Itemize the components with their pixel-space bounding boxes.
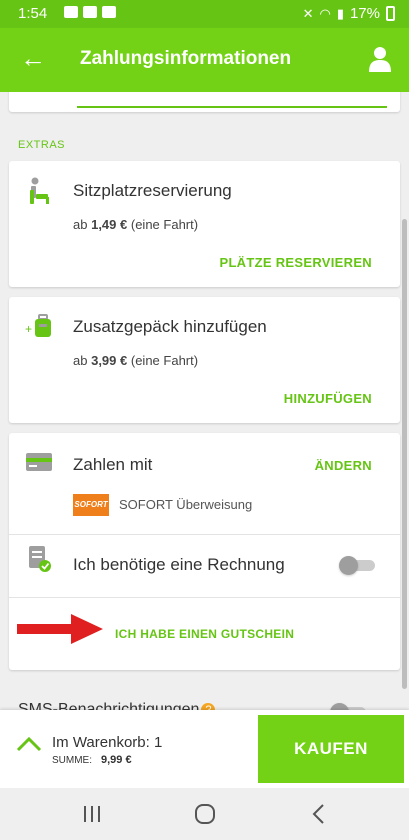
user-icon[interactable] bbox=[369, 46, 391, 72]
mail-notification-icon bbox=[102, 6, 116, 18]
red-arrow-annotation bbox=[17, 614, 103, 644]
toggle-thumb bbox=[330, 703, 349, 710]
payment-method-label: SOFORT Überweisung bbox=[119, 497, 253, 512]
input-underline bbox=[77, 106, 387, 108]
recent-apps-icon[interactable] bbox=[80, 802, 104, 826]
battery-percentage: 17% bbox=[349, 5, 380, 22]
system-nav-bar bbox=[0, 788, 409, 840]
invoice-label: Ich benötige eine Rechnung bbox=[73, 555, 285, 574]
seat-reservation-price: ab 1,49 € (eine Fahrt) bbox=[73, 217, 199, 232]
additional-baggage-price: ab 3,99 € (eine Fahrt) bbox=[73, 353, 199, 368]
seat-reservation-card: Sitzplatzreservierung ab 1,49 € (eine Fa… bbox=[9, 161, 400, 287]
main-content[interactable]: EXTRAS Sitzplatzreservierung ab 1,49 € (… bbox=[0, 92, 409, 710]
page-title: Zahlungsinformationen bbox=[80, 48, 292, 69]
additional-baggage-card: + Zusatzgepäck hinzufügen ab 3,99 € (ein… bbox=[9, 297, 400, 423]
arrow-left-icon[interactable]: ← bbox=[20, 45, 46, 71]
signal-icon: ▮ bbox=[336, 5, 344, 21]
additional-baggage-title: Zusatzgepäck hinzufügen bbox=[73, 317, 267, 336]
sum-label: SUMME: bbox=[52, 755, 92, 766]
sms-notifications-label: SMS-Benachrichtigungen bbox=[18, 701, 200, 710]
sms-toggle[interactable] bbox=[330, 703, 368, 710]
notification-icons bbox=[64, 6, 116, 18]
change-payment-button[interactable]: ÄNDERN bbox=[315, 458, 372, 473]
divider bbox=[9, 597, 400, 598]
credit-card-icon bbox=[26, 453, 52, 471]
invoice-check-icon bbox=[29, 546, 51, 572]
cart-bar: Im Warenkorb: 1 SUMME: 9,99 € KAUFEN bbox=[0, 710, 409, 788]
seat-reservation-title: Sitzplatzreservierung bbox=[73, 181, 232, 200]
status-bar: 1:54 ✕ ◠ ▮ 17% bbox=[0, 0, 409, 28]
sum-value: 9,99 € bbox=[101, 754, 132, 766]
status-time: 1:54 bbox=[18, 5, 48, 22]
app-bar: ← Zahlungsinformationen bbox=[0, 28, 409, 92]
section-label-extras: EXTRAS bbox=[18, 139, 66, 151]
mute-icon: ✕ bbox=[302, 5, 314, 21]
add-baggage-button[interactable]: HINZUFÜGEN bbox=[284, 391, 372, 406]
seat-icon bbox=[30, 177, 49, 204]
home-icon[interactable] bbox=[193, 802, 217, 826]
svg-text:+: + bbox=[25, 322, 32, 336]
reserve-seats-button[interactable]: PLÄTZE RESERVIEREN bbox=[219, 255, 372, 270]
previous-card bbox=[9, 92, 400, 112]
chevron-up-icon[interactable] bbox=[16, 736, 42, 752]
divider bbox=[9, 534, 400, 535]
toggle-thumb bbox=[339, 556, 358, 575]
payment-title: Zahlen mit bbox=[73, 455, 153, 474]
payment-card: Zahlen mit ÄNDERN SOFORT SOFORT Überweis… bbox=[9, 433, 400, 670]
help-icon[interactable]: ? bbox=[201, 702, 216, 710]
cart-count[interactable]: Im Warenkorb: 1 bbox=[52, 734, 162, 751]
wifi-icon: ◠ bbox=[319, 5, 331, 21]
image-notification-icon bbox=[64, 6, 78, 18]
sms-notifications-row: SMS-Benachrichtigungen? bbox=[18, 701, 216, 710]
buy-button[interactable]: KAUFEN bbox=[258, 715, 404, 783]
system-indicators: ✕ ◠ ▮ 17% bbox=[303, 5, 395, 22]
sofort-logo: SOFORT bbox=[73, 494, 109, 516]
invoice-toggle[interactable] bbox=[339, 556, 377, 575]
scrollbar[interactable] bbox=[402, 219, 407, 689]
luggage-add-icon: + bbox=[25, 314, 51, 337]
mail-notification-icon bbox=[83, 6, 97, 18]
battery-icon bbox=[386, 6, 395, 21]
voucher-button[interactable]: ICH HABE EINEN GUTSCHEIN bbox=[115, 627, 294, 641]
back-icon[interactable] bbox=[307, 802, 331, 826]
